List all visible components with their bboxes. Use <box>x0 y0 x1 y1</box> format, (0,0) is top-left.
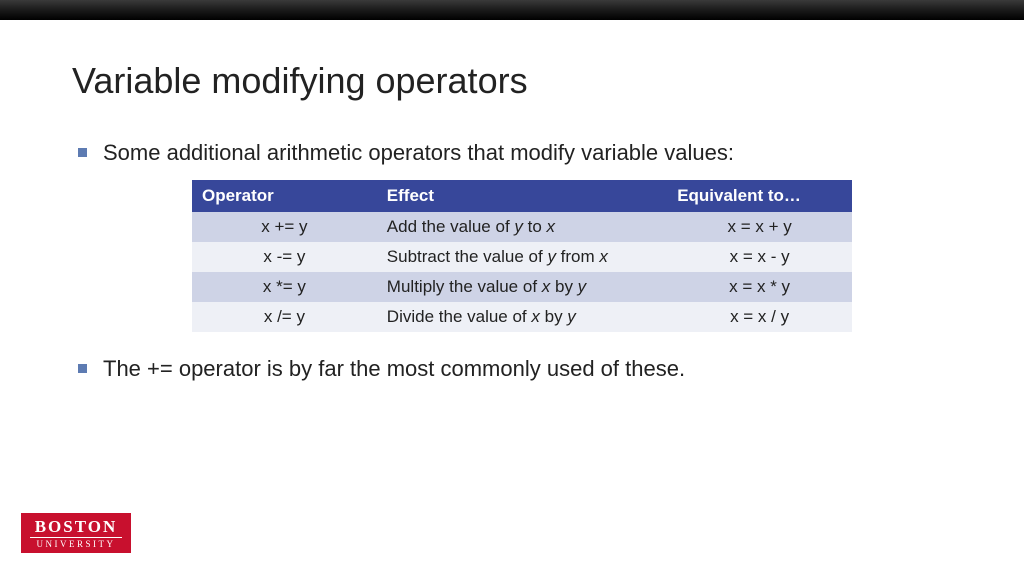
cell-operator: x /= y <box>192 302 377 332</box>
cell-equivalent: x = x / y <box>667 302 852 332</box>
table-row: x -= y Subtract the value of y from x x … <box>192 242 852 272</box>
bullet-icon <box>78 148 87 157</box>
cell-equivalent: x = x + y <box>667 212 852 242</box>
cell-effect: Subtract the value of y from x <box>377 242 667 272</box>
cell-effect: Divide the value of x by y <box>377 302 667 332</box>
operators-table-wrap: Operator Effect Equivalent to… x += y Ad… <box>192 180 852 332</box>
logo-top-text: BOSTON <box>35 518 118 537</box>
cell-equivalent: x = x - y <box>667 242 852 272</box>
header-operator: Operator <box>192 180 377 212</box>
table-row: x *= y Multiply the value of x by y x = … <box>192 272 852 302</box>
table-row: x /= y Divide the value of x by y x = x … <box>192 302 852 332</box>
cell-effect: Multiply the value of x by y <box>377 272 667 302</box>
cell-operator: x *= y <box>192 272 377 302</box>
cell-equivalent: x = x * y <box>667 272 852 302</box>
logo-bottom-text: UNIVERSITY <box>30 537 122 549</box>
bullet-outro: The += operator is by far the most commo… <box>72 356 952 382</box>
slide-content: Variable modifying operators Some additi… <box>0 20 1024 382</box>
title-bar <box>0 0 1024 20</box>
cell-effect: Add the value of y to x <box>377 212 667 242</box>
slide-title: Variable modifying operators <box>72 60 952 102</box>
bullet-intro-text: Some additional arithmetic operators tha… <box>103 140 734 166</box>
table-header-row: Operator Effect Equivalent to… <box>192 180 852 212</box>
bullet-intro: Some additional arithmetic operators tha… <box>72 140 952 166</box>
header-effect: Effect <box>377 180 667 212</box>
boston-university-logo: BOSTON UNIVERSITY <box>20 512 132 554</box>
table-row: x += y Add the value of y to x x = x + y <box>192 212 852 242</box>
cell-operator: x += y <box>192 212 377 242</box>
bullet-outro-text: The += operator is by far the most commo… <box>103 356 685 382</box>
bullet-icon <box>78 364 87 373</box>
header-equivalent: Equivalent to… <box>667 180 852 212</box>
operators-table: Operator Effect Equivalent to… x += y Ad… <box>192 180 852 332</box>
cell-operator: x -= y <box>192 242 377 272</box>
